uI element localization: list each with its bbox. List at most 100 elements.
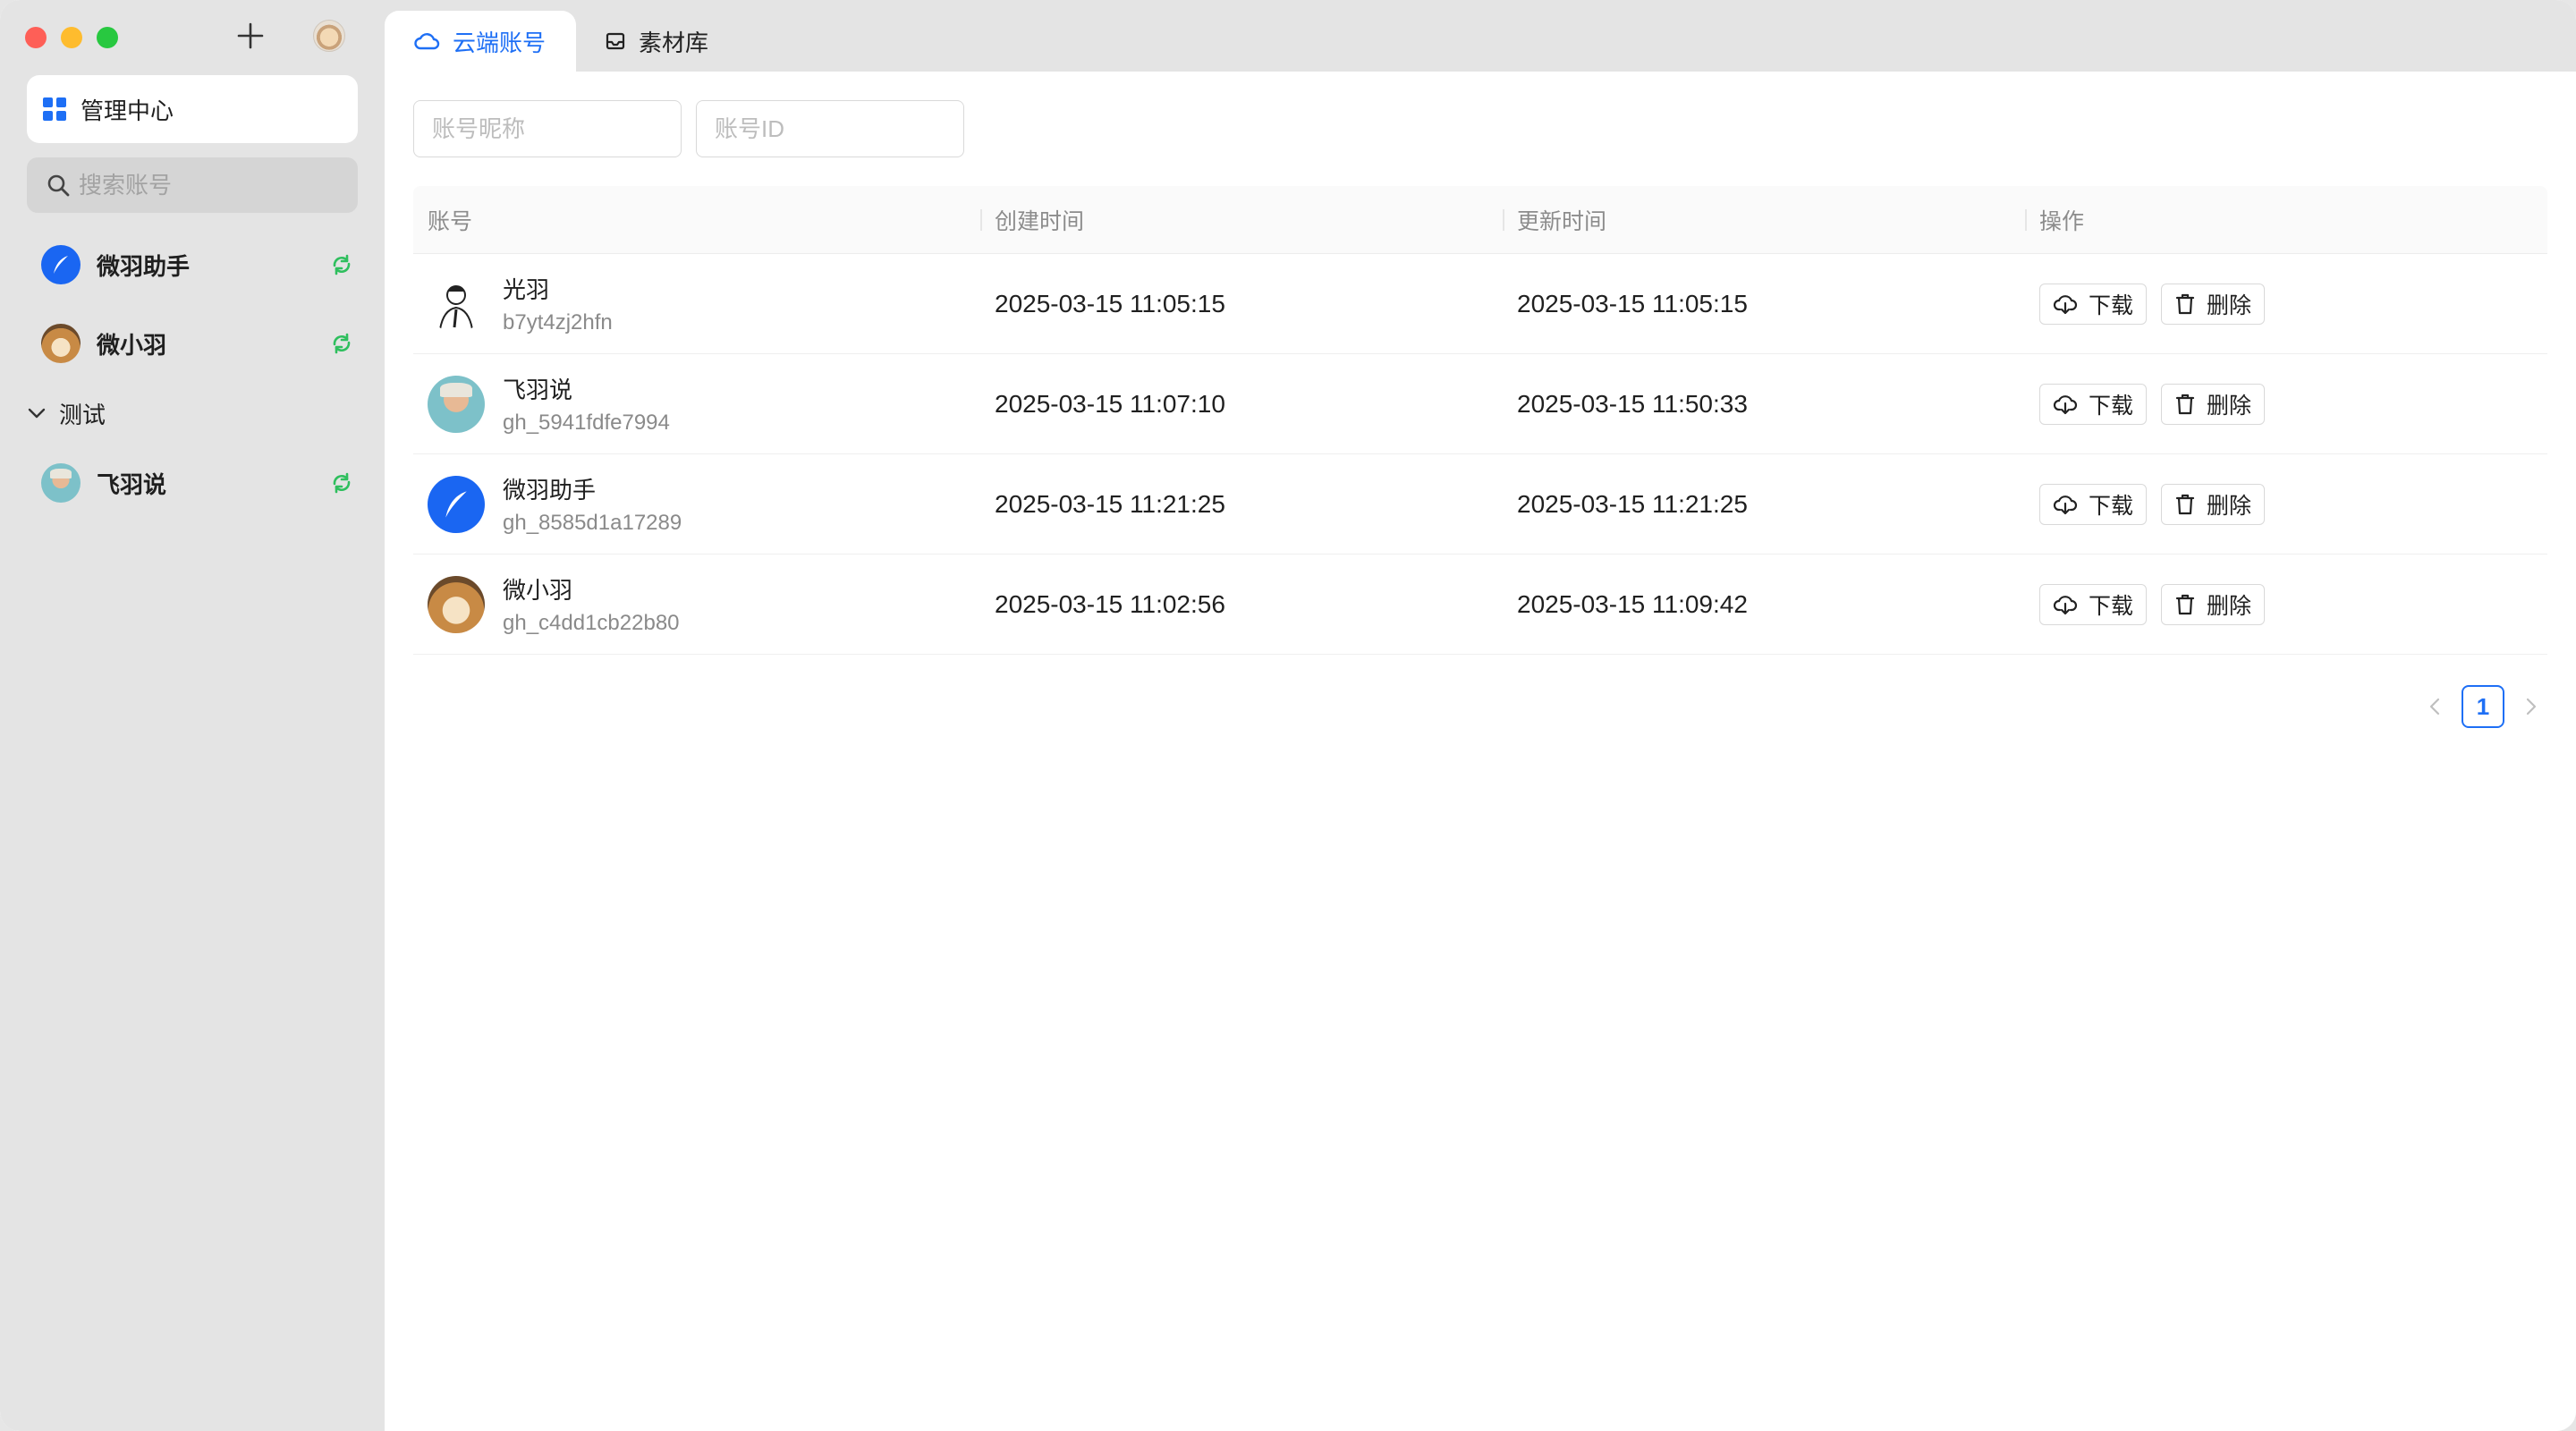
row-actions: 下载 删除 [2025,254,2547,353]
account-name: 光羽 [503,276,550,303]
delete-button[interactable]: 删除 [2161,483,2266,525]
tab-bar: 云端账号 素材库 [385,0,2576,72]
created-time: 2025-03-15 11:07:10 [995,389,1225,418]
chevron-left-icon [2429,698,2440,716]
tab-label: 云端账号 [453,29,547,56]
account-name: 微羽助手 [503,477,597,504]
tab-cloud-accounts[interactable]: 云端账号 [385,11,576,72]
feather-logo-avatar [41,245,80,284]
zoom-window-button[interactable] [97,27,118,48]
delete-button[interactable]: 删除 [2161,283,2266,325]
row-actions: 下载 删除 [2025,454,2547,554]
cloud-download-icon [2053,294,2078,314]
sidebar-group-toggle[interactable]: 测试 [27,395,106,431]
sidebar-item-account[interactable]: 微羽助手 [41,242,354,287]
delete-button[interactable]: 删除 [2161,383,2266,425]
sidebar-account-name: 微小羽 [97,331,167,359]
inbox-icon [606,32,625,50]
tab-label: 素材库 [639,29,709,56]
sidebar-account-name: 微羽助手 [97,252,191,280]
account-id: gh_5941fdfe7994 [503,411,670,435]
account-cell: 微羽助手 gh_8585d1a17289 [413,454,980,554]
table-row: 微小羽 gh_c4dd1cb22b80 2025-03-15 11:02:56 … [413,555,2547,655]
sidebar-item-account[interactable]: 微小羽 [41,321,354,366]
created-time: 2025-03-15 11:02:56 [995,589,1225,618]
table-header: 账号 创建时间 更新时间 操作 [413,186,2547,254]
feather-logo-avatar [428,475,485,533]
download-button[interactable]: 下载 [2039,283,2148,325]
window-controls [25,27,118,48]
next-page-button[interactable] [2515,685,2547,728]
download-button[interactable]: 下载 [2039,583,2148,625]
minimize-window-button[interactable] [61,27,82,48]
dog-avatar [428,575,485,633]
updated-time: 2025-03-15 11:09:42 [1517,589,1748,618]
account-name: 微小羽 [503,577,573,604]
sidebar-group-label: 测试 [59,401,106,428]
plus-icon [237,22,264,49]
close-window-button[interactable] [25,27,47,48]
app-window: 管理中心 微羽助手 微小羽 [0,0,2576,1431]
account-cell: 微小羽 gh_c4dd1cb22b80 [413,555,980,654]
cloud-icon [414,33,440,50]
user-avatar[interactable] [313,20,345,52]
trash-icon [2175,394,2195,414]
nav-management-center-label: 管理中心 [80,97,174,124]
column-header: 更新时间 [1503,186,2025,253]
account-id: gh_8585d1a17289 [503,511,682,535]
cloud-download-icon [2053,495,2078,514]
sync-icon[interactable] [329,470,354,495]
updated-time: 2025-03-15 11:21:25 [1517,489,1748,518]
column-header: 操作 [2025,186,2547,253]
row-actions: 下载 删除 [2025,354,2547,453]
trash-icon [2175,494,2195,514]
nav-management-center[interactable]: 管理中心 [27,75,358,143]
delete-button[interactable]: 删除 [2161,583,2266,625]
account-search-input[interactable] [79,171,347,199]
account-name: 飞羽说 [503,377,573,403]
account-id: b7yt4zj2hfn [503,310,613,334]
column-header: 创建时间 [980,186,1503,253]
trash-icon [2175,293,2195,314]
nickname-filter [413,100,732,157]
table-row: 飞羽说 gh_5941fdfe7994 2025-03-15 11:07:10 … [413,354,2547,454]
account-id-filter [696,100,1014,157]
download-button[interactable]: 下载 [2039,483,2148,525]
nickname-filter-input[interactable] [432,114,732,143]
account-id-filter-input[interactable] [715,114,1014,143]
cloud-download-icon [2053,595,2078,614]
chevron-right-icon [2526,698,2537,716]
sketch-avatar [428,275,485,333]
grid-icon [43,97,66,121]
created-time: 2025-03-15 11:21:25 [995,489,1225,518]
column-header: 账号 [428,208,473,234]
main-content: 账号 创建时间 更新时间 操作 [385,72,2576,1431]
updated-time: 2025-03-15 11:50:33 [1517,389,1748,418]
account-cell: 光羽 b7yt4zj2hfn [413,254,980,353]
add-account-button[interactable] [233,18,268,54]
table-row: 微羽助手 gh_8585d1a17289 2025-03-15 11:21:25… [413,454,2547,555]
table-row: 光羽 b7yt4zj2hfn 2025-03-15 11:05:15 2025-… [413,254,2547,354]
sidebar-search [27,157,358,213]
person-avatar [41,463,80,503]
person-avatar [428,375,485,433]
accounts-table: 账号 创建时间 更新时间 操作 光羽 b7yt4zj2hfn 2025-03-1… [413,186,2547,655]
download-button[interactable]: 下载 [2039,383,2148,425]
created-time: 2025-03-15 11:05:15 [995,289,1225,318]
prev-page-button[interactable] [2419,685,2451,728]
pagination: 1 [2419,685,2547,728]
search-icon [47,174,70,197]
sync-icon[interactable] [329,331,354,356]
page-number-button[interactable]: 1 [2462,685,2504,728]
sidebar-item-account[interactable]: 飞羽说 [41,461,354,505]
sidebar: 管理中心 微羽助手 微小羽 [0,0,385,1431]
sidebar-account-name: 飞羽说 [97,470,167,498]
updated-time: 2025-03-15 11:05:15 [1517,289,1748,318]
account-cell: 飞羽说 gh_5941fdfe7994 [413,354,980,453]
sync-icon[interactable] [329,252,354,277]
account-id: gh_c4dd1cb22b80 [503,611,680,635]
cloud-download-icon [2053,394,2078,414]
trash-icon [2175,594,2195,614]
tab-material-library[interactable]: 素材库 [576,11,737,72]
dog-avatar [41,324,80,363]
